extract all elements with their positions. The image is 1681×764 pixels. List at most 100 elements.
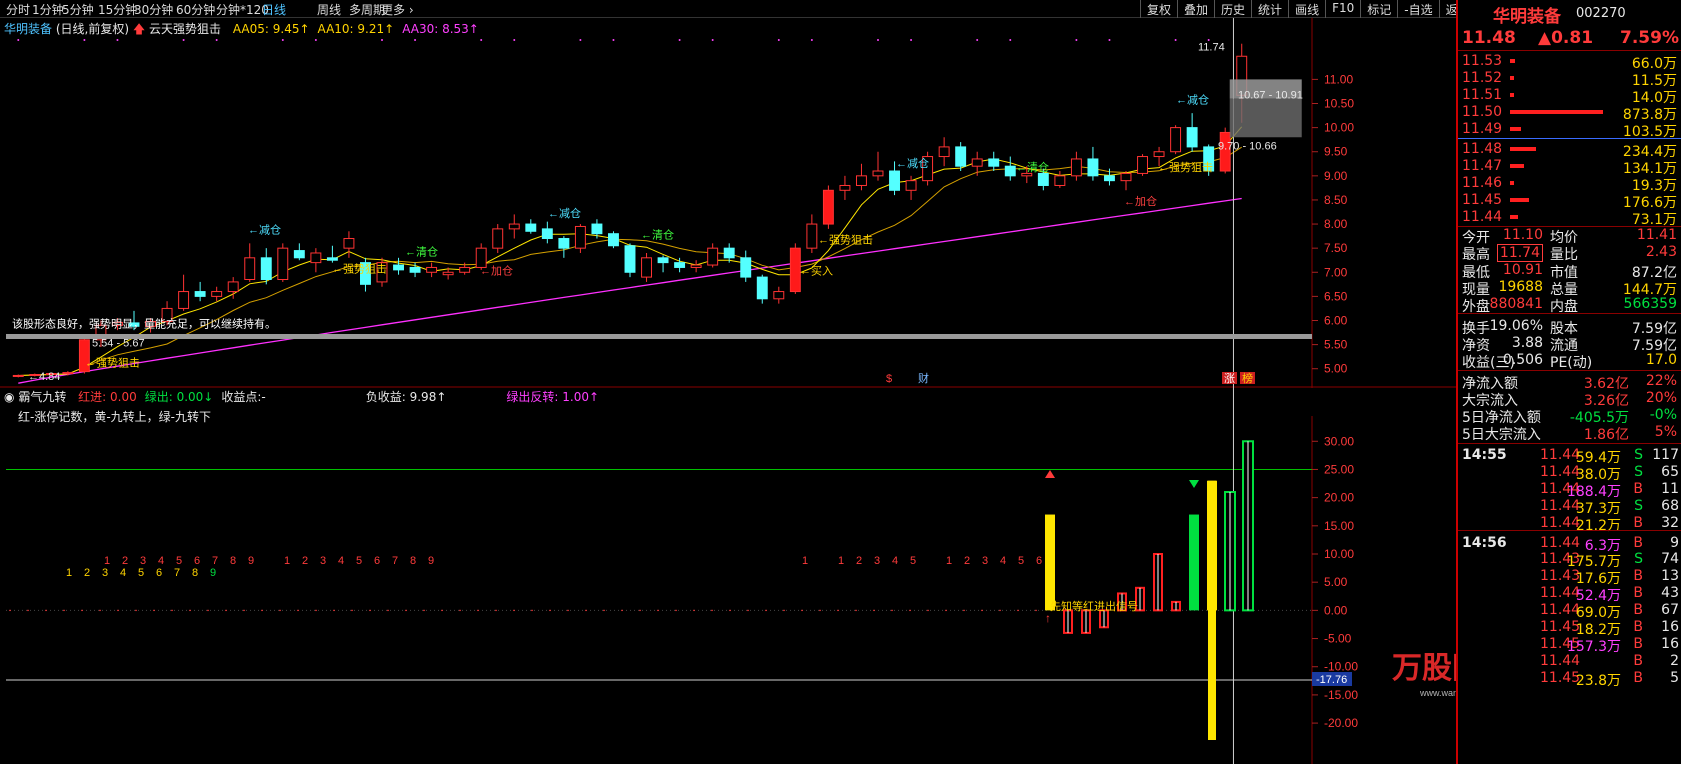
toolbar-button[interactable]: 画线 xyxy=(1288,0,1325,18)
count-digit: 6 xyxy=(194,555,200,567)
candle-body xyxy=(773,291,785,300)
sub-legend-item: 绿出: 0.00↓ xyxy=(144,390,214,404)
candle-body xyxy=(1104,175,1115,182)
stat-value: 17.0 xyxy=(1645,352,1677,369)
period-tab[interactable]: 日线 xyxy=(262,1,286,18)
period-tab[interactable]: 30分钟 xyxy=(134,1,173,18)
count-digit: 6 xyxy=(1036,555,1042,567)
toolbar-button[interactable]: 叠加 xyxy=(1177,0,1214,18)
chart-annotation: ←4.84 xyxy=(28,371,60,383)
indicator-chart[interactable]: 30.00 25.00 20.00 15.00 10.00 5.00 0.00 -5.00 -1… xyxy=(0,416,1456,764)
event-marker: 涨 xyxy=(1224,372,1235,385)
count-digit: 1 xyxy=(946,555,952,567)
ask-bar xyxy=(1510,59,1515,63)
count-digit: 2 xyxy=(856,555,862,567)
tick-side: S xyxy=(1634,497,1643,514)
candle-body xyxy=(657,257,669,264)
zero-dot xyxy=(513,609,515,612)
bid-bar xyxy=(1510,181,1514,185)
chart-annotation: ←加仓 xyxy=(1124,194,1157,208)
candle-body xyxy=(1054,175,1066,186)
tick-count: 16 xyxy=(1661,635,1679,652)
tick-count: 74 xyxy=(1661,551,1679,568)
count-digit: 7 xyxy=(392,555,398,567)
kline-chart[interactable]: 11.00 10.50 10.00 9.50 9.00 8.50 8.00 7.50 7.00 6… xyxy=(0,18,1456,416)
stat-value: 11.10 xyxy=(1502,227,1543,243)
count-digit: 7 xyxy=(174,567,180,579)
period-tab[interactable]: 更多 › xyxy=(381,1,414,18)
period-tab[interactable]: 多周期 xyxy=(349,1,385,18)
candle-body xyxy=(1137,156,1148,174)
zero-dot xyxy=(981,609,983,612)
count-digit: 7 xyxy=(212,555,218,567)
toolbar-button[interactable]: F10 xyxy=(1325,0,1360,18)
candle-body xyxy=(1037,172,1049,186)
zero-dot xyxy=(405,609,407,612)
bid-bar xyxy=(1510,147,1536,151)
sub-tick-label: 0.00 xyxy=(1324,603,1348,617)
tick-price: 11.45 xyxy=(1540,619,1581,635)
period-tab[interactable]: 15分钟 xyxy=(98,1,137,18)
zero-dot xyxy=(99,609,101,612)
candle-body xyxy=(211,291,223,297)
trading-app: 分时 1分钟 5分钟 15分钟 30分钟 60分钟 分钟*120 日线 周线 多周期 更多 › 复权… xyxy=(0,0,1681,764)
stat-value: 10.91 xyxy=(1502,261,1543,278)
chart-annotation: ←强势狙击 xyxy=(818,233,873,246)
indicator-name[interactable]: 云天强势狙击 xyxy=(149,22,221,36)
price-tick-label: 6.50 xyxy=(1324,289,1348,303)
period-tab[interactable]: 60分钟 xyxy=(176,1,215,18)
zero-dot xyxy=(585,609,587,612)
bid-price: 11.47 xyxy=(1462,158,1503,174)
price-tick-label: 7.50 xyxy=(1324,241,1348,255)
period-tab[interactable]: 分时 xyxy=(6,1,30,18)
period-tab[interactable]: 1分钟 xyxy=(32,1,64,18)
stock-title[interactable]: 华明装备 xyxy=(4,22,52,36)
price-tick-label: 6.00 xyxy=(1324,313,1348,327)
candle-body xyxy=(1070,158,1082,177)
toolbar-button[interactable]: 复权 xyxy=(1140,0,1177,18)
divider xyxy=(1458,443,1681,444)
collapse-icon[interactable]: ◉ xyxy=(4,390,14,404)
zero-dot xyxy=(81,609,83,612)
sub-indicator-name[interactable]: 霸气九转 xyxy=(18,390,66,404)
candle-body xyxy=(1170,127,1182,153)
sub-legend-item: 收益点:- xyxy=(221,390,266,404)
period-tab[interactable]: 5分钟 xyxy=(62,1,94,18)
period-tab[interactable]: 分钟*120 xyxy=(216,1,269,18)
candle-body xyxy=(674,262,686,268)
candle-body xyxy=(475,247,487,268)
count-digit: 9 xyxy=(210,567,216,579)
tick-count: 11 xyxy=(1661,480,1679,497)
candle-body xyxy=(326,257,338,261)
toolbar-button[interactable]: 统计 xyxy=(1251,0,1288,18)
signal-dot xyxy=(1174,39,1177,41)
zero-dot xyxy=(297,609,299,612)
tick-price: 11.44 xyxy=(1540,514,1581,531)
ma30-line xyxy=(18,197,1242,384)
tick-side: B xyxy=(1633,619,1643,635)
candle-body xyxy=(508,223,520,230)
chart-annotation: ←清仓 xyxy=(641,228,674,242)
candle-body xyxy=(409,266,421,273)
toolbar-button[interactable]: 标记 xyxy=(1360,0,1397,18)
zero-dot xyxy=(639,609,641,612)
zero-dot xyxy=(603,609,605,612)
tick-price: 11.44 xyxy=(1540,463,1581,480)
tick-count: 68 xyxy=(1661,497,1679,514)
period-tab[interactable]: 周线 xyxy=(317,1,341,18)
count-digit: 5 xyxy=(176,555,182,567)
price-tick-label: 5.50 xyxy=(1324,338,1348,352)
chart-annotation: 10.67 - 10.91 xyxy=(1238,90,1303,102)
toolbar-button[interactable]: -自选 xyxy=(1397,0,1438,18)
tick-count: 32 xyxy=(1661,514,1679,531)
signal-dot xyxy=(1108,39,1111,41)
tick-price: 11.43 xyxy=(1540,568,1581,585)
zero-dot xyxy=(351,609,353,612)
signal-dot xyxy=(1009,39,1012,41)
zero-dot xyxy=(909,609,911,612)
chart-annotation: ←强势狙击 xyxy=(332,262,387,275)
toolbar-button[interactable]: 历史 xyxy=(1214,0,1251,18)
signal-dot xyxy=(1075,39,1078,41)
count-digit: 1 xyxy=(802,555,808,567)
zero-dot xyxy=(495,609,497,612)
